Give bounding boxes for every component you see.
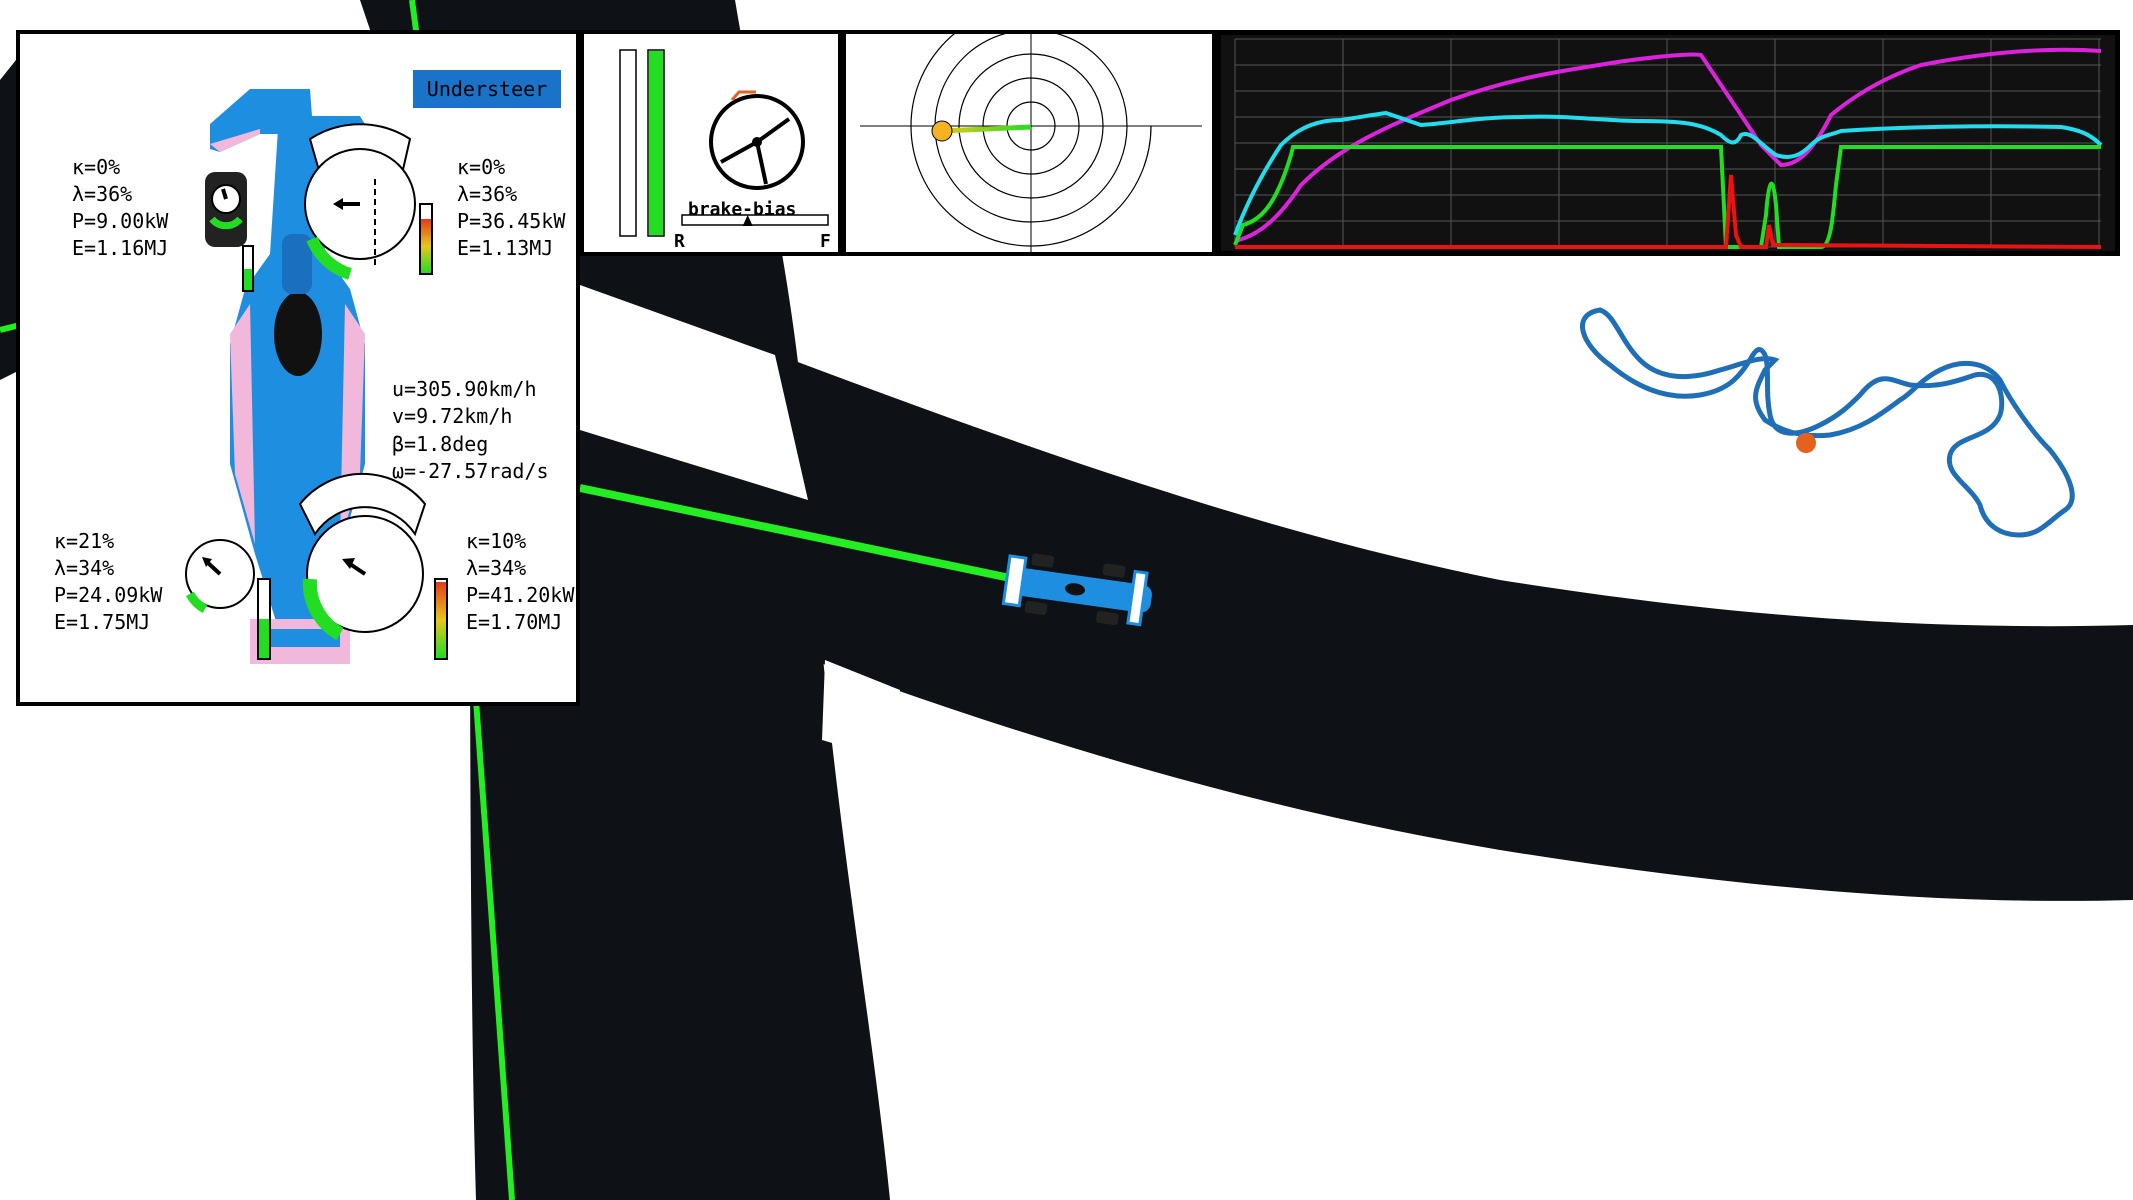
fl-kappa: κ=0% bbox=[72, 155, 121, 179]
brake-pedal-bar bbox=[619, 49, 637, 237]
rr-kappa: κ=10% bbox=[466, 529, 527, 553]
track-map-outline bbox=[1580, 307, 2075, 538]
telemetry-throttle-line bbox=[1233, 145, 2101, 249]
throttle-pedal-fill bbox=[649, 51, 663, 235]
telemetry-plot bbox=[1233, 38, 2103, 249]
fr-power: P=36.45kW bbox=[457, 209, 566, 233]
fr-energy: E=1.13MJ bbox=[457, 236, 554, 260]
front-right-wheel-icon bbox=[304, 123, 433, 280]
g-g-diagram-panel bbox=[842, 5, 1216, 256]
track-map bbox=[1580, 307, 2075, 538]
telemetry-brake-line bbox=[1235, 174, 2102, 249]
rl-power: P=24.09kW bbox=[54, 583, 163, 607]
fl-energy: E=1.16MJ bbox=[72, 236, 169, 260]
driver-inputs-panel: brake-bias R F bbox=[580, 30, 842, 256]
fr-kappa: κ=0% bbox=[457, 155, 506, 179]
telemetry-plot-panel bbox=[1216, 30, 2120, 256]
slip-angle-beta: β=1.8deg bbox=[392, 432, 489, 456]
speed-u: u=305.90km/h bbox=[392, 377, 537, 401]
telemetry-lateral-line bbox=[1233, 110, 2103, 236]
speed-v: v=9.72km/h bbox=[392, 404, 513, 428]
car-position-marker bbox=[1796, 433, 1816, 453]
rl-energy: E=1.75MJ bbox=[54, 610, 151, 634]
front-left-wheel-icon bbox=[205, 172, 254, 292]
fl-lambda: λ=36% bbox=[72, 182, 133, 206]
rr-power: P=41.20kW bbox=[466, 583, 575, 607]
g-vector-line bbox=[941, 124, 1032, 134]
bias-front-label: F bbox=[820, 231, 831, 252]
g-vector-marker bbox=[931, 120, 953, 142]
rr-lambda: λ=34% bbox=[466, 556, 527, 580]
fr-lambda: λ=36% bbox=[457, 182, 518, 206]
fl-power: P=9.00kW bbox=[72, 209, 169, 233]
brake-bias-label: brake-bias bbox=[688, 199, 797, 220]
yaw-rate-omega: ω=-27.57rad/s bbox=[392, 459, 549, 483]
g-g-diagram bbox=[860, 5, 1202, 252]
rl-kappa: κ=21% bbox=[54, 529, 115, 553]
rl-lambda: λ=34% bbox=[54, 556, 115, 580]
bias-rear-label: R bbox=[674, 231, 685, 252]
car-detail-panel: Understeer κ=0% λ=36% P=9.00kW E=1.16MJ … bbox=[16, 30, 580, 706]
steering-wheel-icon bbox=[709, 90, 805, 190]
rr-energy: E=1.70MJ bbox=[466, 610, 563, 634]
